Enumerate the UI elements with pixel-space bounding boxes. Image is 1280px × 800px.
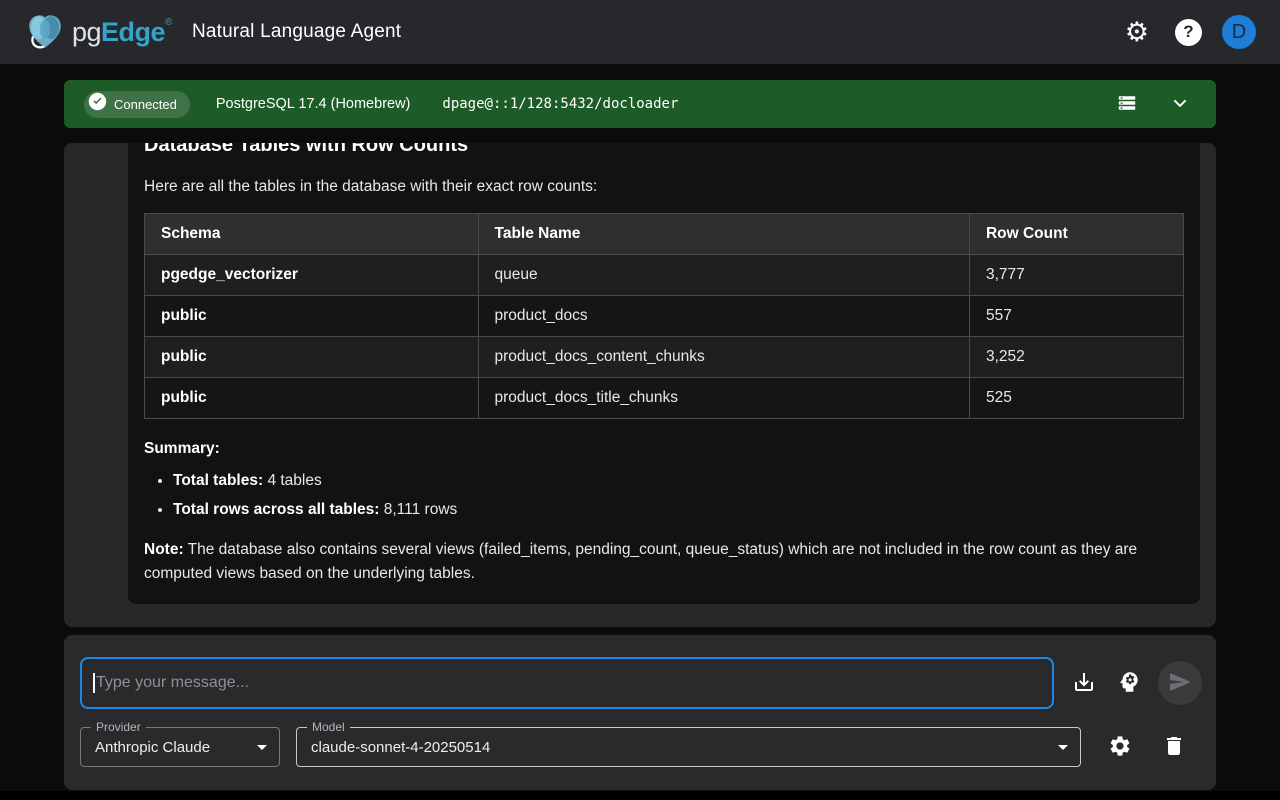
cell-table-name: product_docs [478,296,969,337]
connection-bar: Connected PostgreSQL 17.4 (Homebrew) dpa… [64,80,1216,128]
cell-schema: public [145,296,479,337]
cell-row-count: 3,252 [969,337,1183,378]
table-row: public product_docs_title_chunks 525 [145,378,1184,419]
help-button[interactable]: ? [1169,13,1208,52]
chevron-down-icon [1170,93,1190,116]
download-button[interactable] [1066,664,1102,703]
model-settings-button[interactable] [1102,728,1138,767]
bottom-strip [0,791,1280,800]
send-button[interactable] [1158,661,1202,705]
dropdown-caret-icon [257,745,267,750]
column-header-row-count: Row Count [969,214,1183,255]
connection-string: dpage@::1/128:5432/docloader [442,96,678,112]
assistant-message: Database Tables with Row Counts Here are… [128,143,1200,604]
provider-select-label: Provider [91,720,146,734]
status-badge-label: Connected [114,97,177,112]
column-header-table-name: Table Name [478,214,969,255]
message-note: Note: The database also contains several… [144,538,1184,586]
status-badge: Connected [84,91,190,118]
help-icon: ? [1175,19,1202,46]
gear-icon: ⚙ [1125,19,1149,46]
cell-schema: public [145,337,479,378]
summary-list: Total tables: 4 tables Total rows across… [144,471,1184,520]
cell-table-name: product_docs_content_chunks [478,337,969,378]
connection-collapse-button[interactable] [1164,87,1196,122]
provider-select-value: Anthropic Claude [81,739,210,756]
text-caret [93,673,95,693]
pgedge-logo: pgEdge® [24,11,172,53]
composer-panel: Provider Anthropic Claude Model claude-s… [64,635,1216,790]
pgedge-logo-icon [24,11,66,53]
settings-button[interactable]: ⚙ [1119,13,1155,52]
list-item: Total rows across all tables: 8,111 rows [173,500,1184,520]
server-version-label: PostgreSQL 17.4 (Homebrew) [216,96,411,112]
message-input-wrap [80,657,1054,709]
chat-history-panel: Database Tables with Row Counts Here are… [64,143,1216,627]
dropdown-caret-icon [1058,745,1068,750]
download-icon [1072,670,1096,697]
model-select[interactable]: Model claude-sonnet-4-20250514 [296,727,1081,767]
clear-chat-button[interactable] [1156,728,1192,767]
cell-table-name: queue [478,255,969,296]
table-row: pgedge_vectorizer queue 3,777 [145,255,1184,296]
table-row: public product_docs_content_chunks 3,252 [145,337,1184,378]
row-counts-table: Schema Table Name Row Count pgedge_vecto… [144,213,1184,419]
thinking-mode-button[interactable] [1110,663,1148,704]
message-intro: Here are all the tables in the database … [144,178,1184,196]
list-item: Total tables: 4 tables [173,471,1184,491]
summary-heading: Summary: [144,440,1184,458]
psychology-icon [1116,669,1142,698]
cell-table-name: product_docs_title_chunks [478,378,969,419]
column-header-schema: Schema [145,214,479,255]
cell-row-count: 557 [969,296,1183,337]
message-input[interactable] [80,657,1054,709]
cell-schema: public [145,378,479,419]
provider-select[interactable]: Provider Anthropic Claude [80,727,280,767]
app-header: pgEdge® Natural Language Agent ⚙ ? D [0,0,1280,64]
trash-icon [1162,734,1186,761]
table-row: public product_docs 557 [145,296,1184,337]
check-circle-icon [88,92,107,116]
pgedge-logo-text: pgEdge® [72,17,172,48]
connection-list-button[interactable] [1110,86,1144,123]
model-select-label: Model [307,720,350,734]
list-icon [1116,92,1138,117]
message-heading: Database Tables with Row Counts [144,143,1184,158]
page-title: Natural Language Agent [192,21,401,43]
model-select-value: claude-sonnet-4-20250514 [297,739,490,756]
avatar[interactable]: D [1222,15,1256,49]
table-header-row: Schema Table Name Row Count [145,214,1184,255]
cell-row-count: 3,777 [969,255,1183,296]
cell-schema: pgedge_vectorizer [145,255,479,296]
send-icon [1168,670,1192,697]
gear-filled-icon [1108,734,1132,761]
cell-row-count: 525 [969,378,1183,419]
